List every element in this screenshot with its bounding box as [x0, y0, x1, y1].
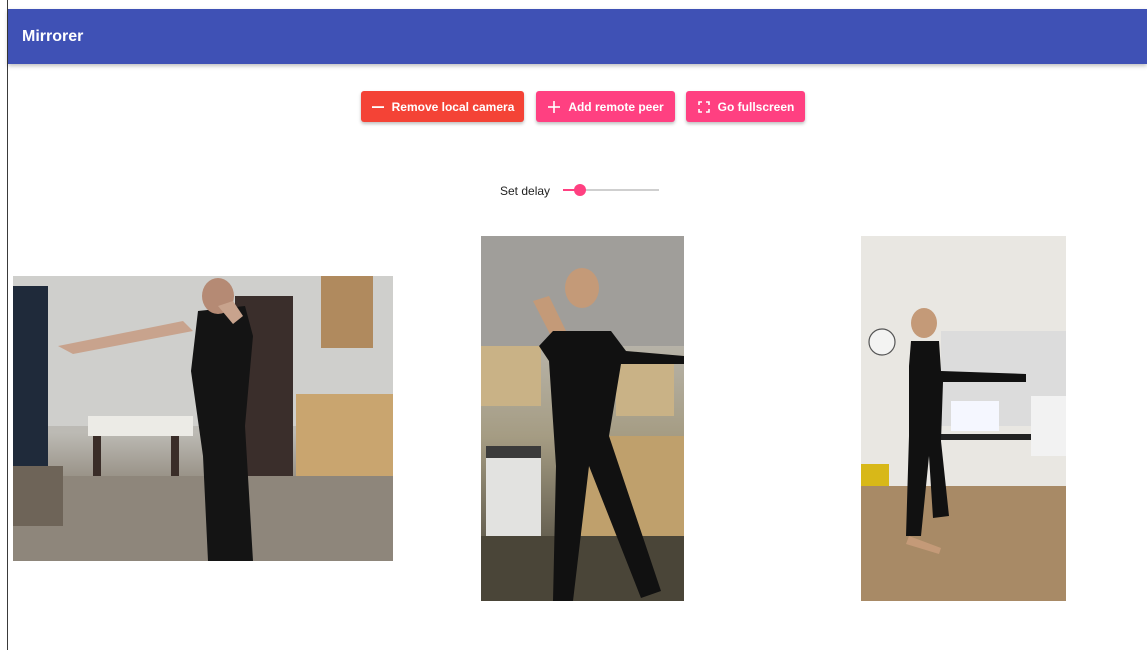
remove-local-camera-button[interactable]: Remove local camera — [361, 91, 524, 122]
video-frame-1 — [13, 276, 393, 561]
delay-slider[interactable] — [563, 181, 659, 199]
add-remote-peer-label: Add remote peer — [568, 99, 664, 114]
delay-label: Set delay — [500, 184, 551, 198]
plus-icon — [547, 100, 561, 114]
add-remote-peer-button[interactable]: Add remote peer — [536, 91, 675, 122]
video-frame-2 — [481, 236, 684, 601]
local-camera-video — [13, 276, 393, 561]
remote-peer-video-2 — [861, 236, 1066, 601]
delay-slider-thumb[interactable] — [574, 184, 587, 196]
window-left-edge — [0, 0, 8, 650]
go-fullscreen-button[interactable]: Go fullscreen — [686, 91, 805, 122]
video-frame-3 — [861, 236, 1066, 601]
app-title: Mirrorer — [22, 27, 84, 45]
fullscreen-icon — [697, 100, 711, 114]
app-bar: Mirrorer — [8, 9, 1147, 64]
remote-peer-video-1 — [481, 236, 684, 601]
go-fullscreen-label: Go fullscreen — [717, 99, 795, 114]
minus-icon — [371, 100, 385, 114]
remove-local-camera-label: Remove local camera — [391, 99, 515, 114]
